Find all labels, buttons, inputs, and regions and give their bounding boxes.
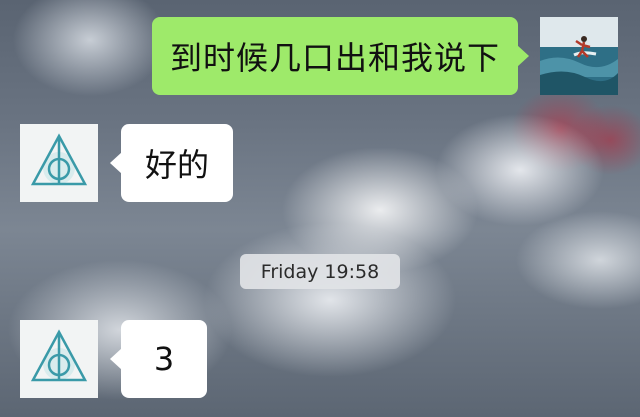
timestamp-text: Friday 19:58 <box>260 260 380 283</box>
received-message-text: 3 <box>153 340 175 378</box>
received-message-bubble[interactable]: 3 <box>110 320 207 398</box>
sent-message-bubble[interactable]: 到时候几口出和我说下 <box>152 17 529 95</box>
received-message-text: 好的 <box>144 146 209 184</box>
message-timestamp: Friday 19:58 <box>240 254 400 289</box>
surfer-photo-avatar-icon[interactable] <box>540 17 618 95</box>
received-message-bubble[interactable]: 好的 <box>110 124 233 202</box>
deathly-hallows-avatar-icon[interactable] <box>20 124 98 202</box>
deathly-hallows-avatar-icon[interactable] <box>20 320 98 398</box>
sent-message-text: 到时候几口出和我说下 <box>169 39 500 77</box>
